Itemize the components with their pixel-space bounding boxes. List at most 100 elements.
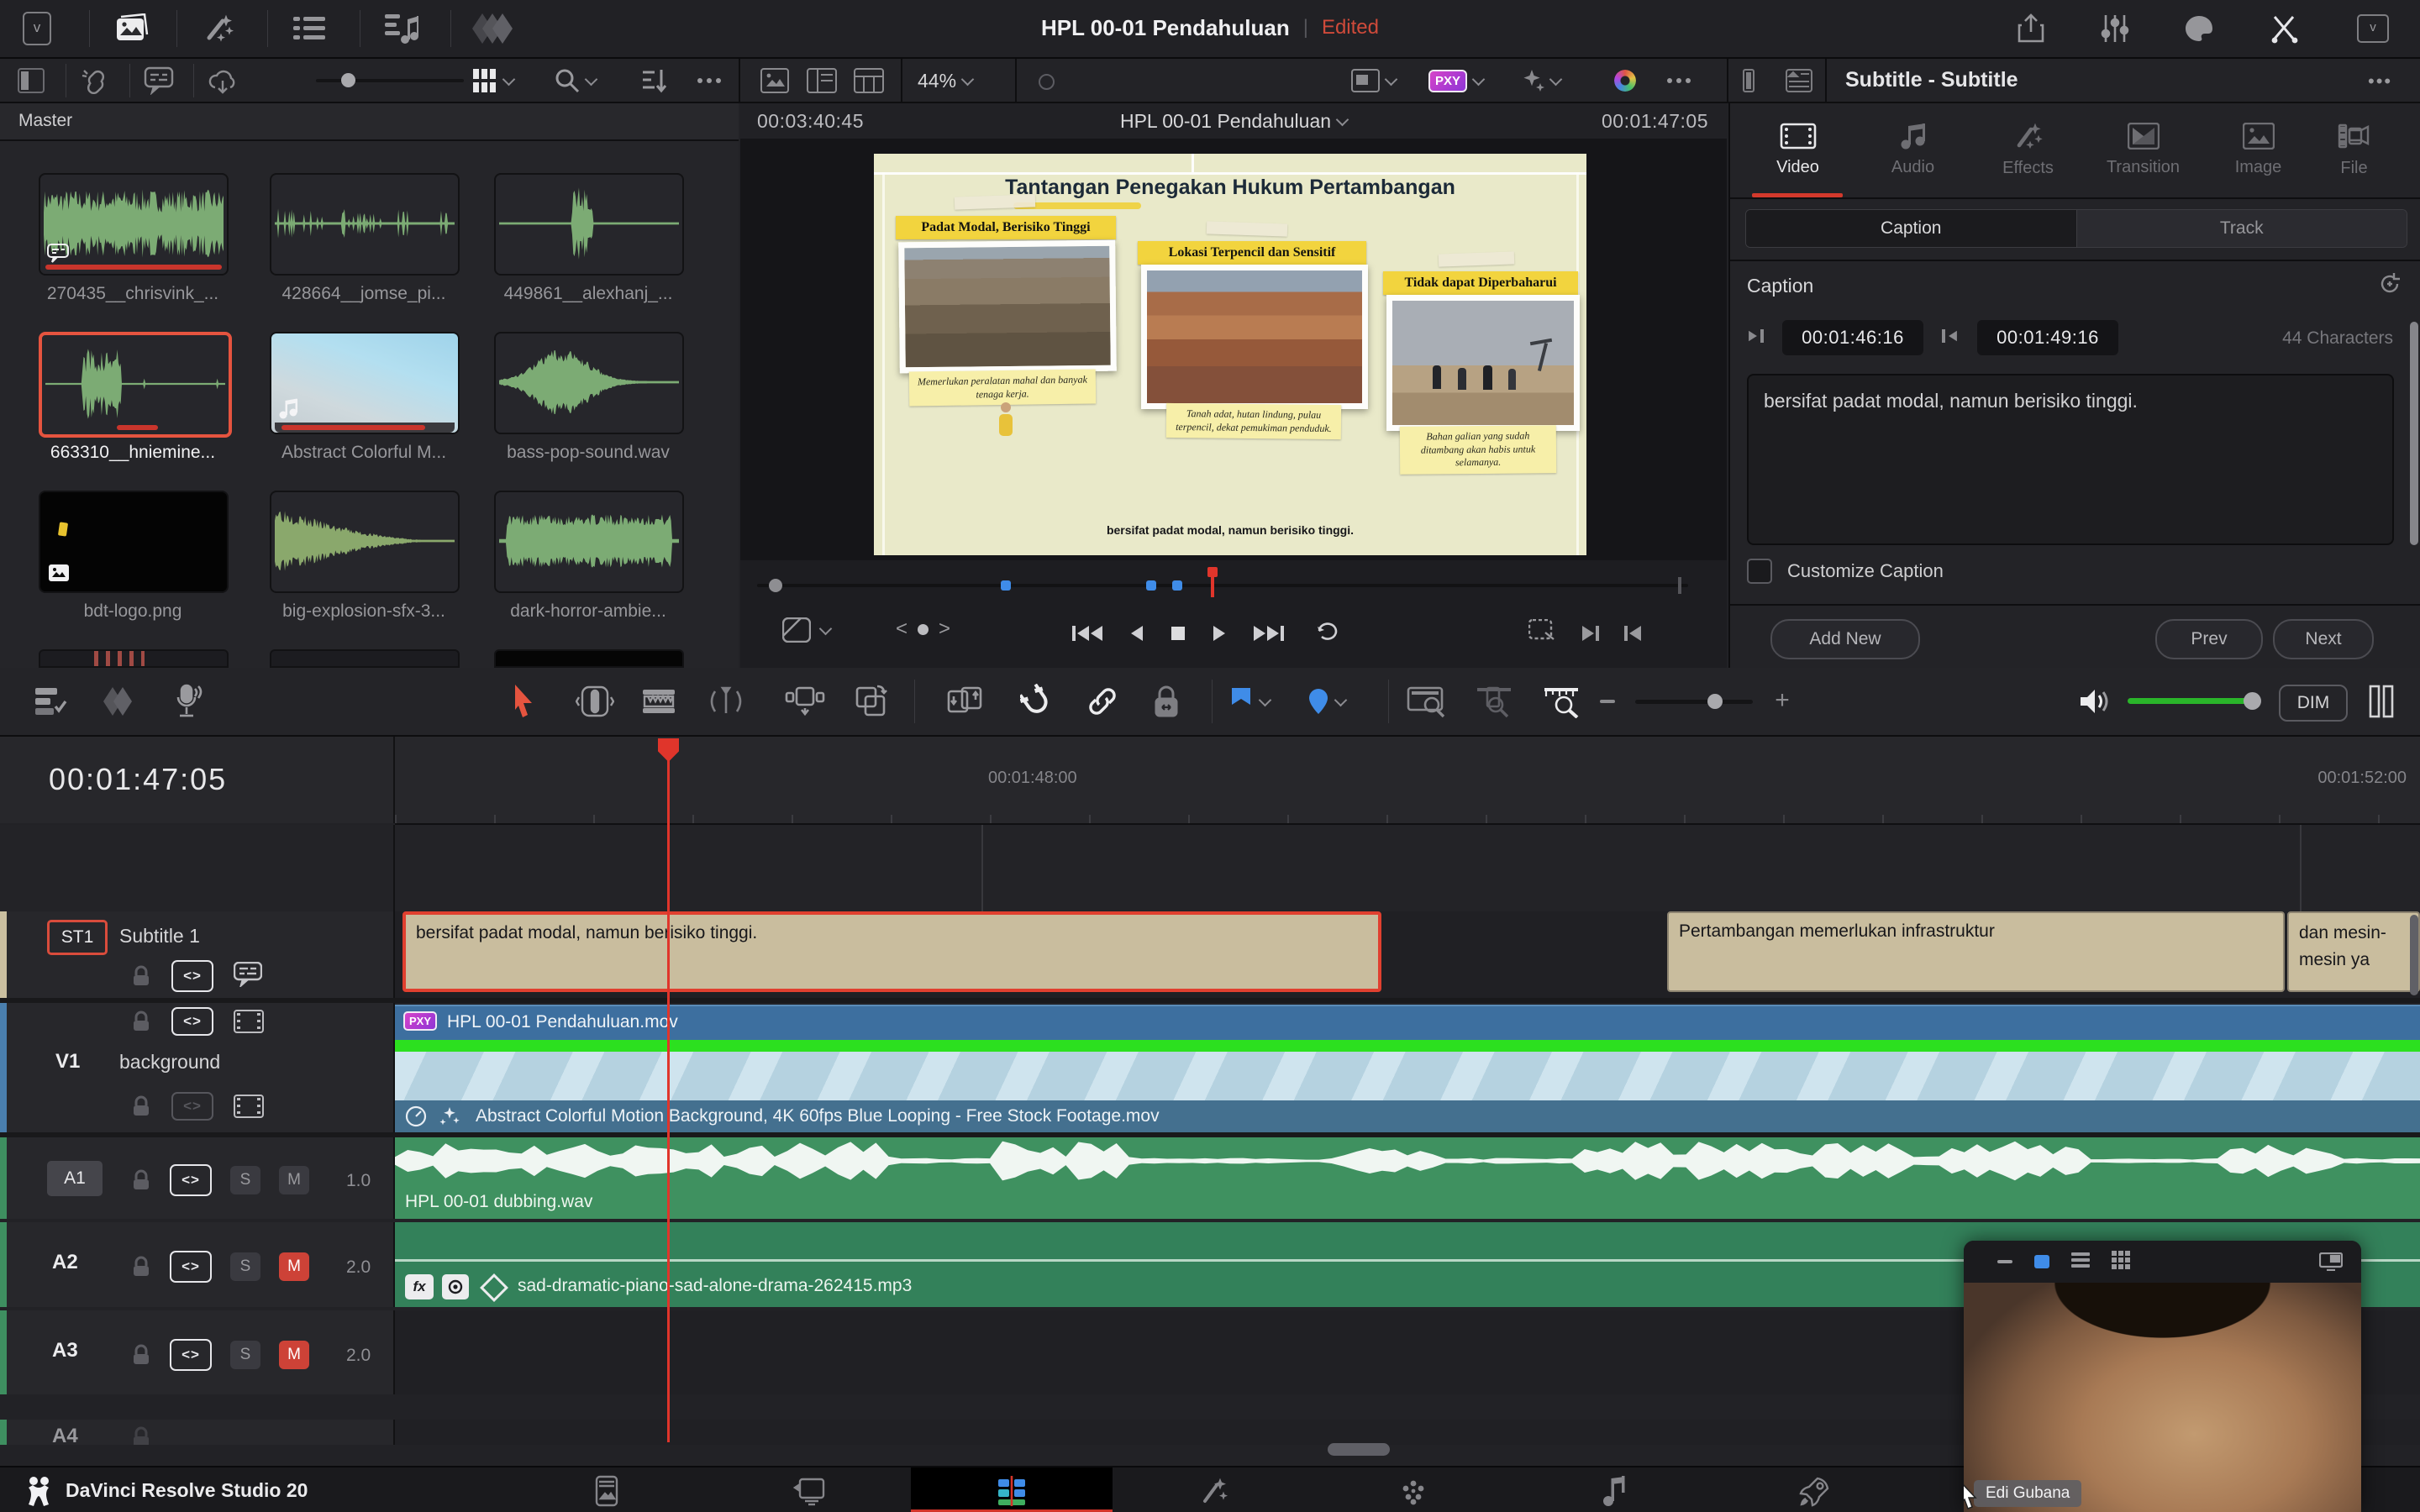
dim-button[interactable]: DIM <box>2279 685 2348 722</box>
volume-knob[interactable] <box>2244 692 2261 710</box>
viewer-duration-timecode[interactable]: 00:01:47:05 <box>1602 110 1708 133</box>
lock-icon[interactable] <box>131 965 151 987</box>
selection-tool-icon[interactable] <box>502 681 544 722</box>
inspector-menu-icon[interactable]: ••• <box>2368 71 2392 92</box>
media-clip-thumbnail-partial[interactable] <box>270 649 460 668</box>
link-clips-icon[interactable] <box>1079 683 1126 720</box>
media-clip-thumbnail-partial[interactable] <box>494 649 684 668</box>
mixer-icon[interactable] <box>2094 10 2136 47</box>
viewer-scrubber[interactable] <box>740 560 1727 599</box>
trim-edit-mode-icon[interactable] <box>571 685 618 718</box>
tab-audio[interactable]: Audio <box>1855 103 1970 196</box>
page-cut-icon[interactable] <box>790 1474 830 1508</box>
auto-select-toggle[interactable]: <> <box>170 1164 212 1196</box>
auto-select-toggle[interactable]: <> <box>171 1092 213 1121</box>
page-fairlight-icon[interactable] <box>1595 1474 1635 1508</box>
viewer-canvas[interactable]: Tantangan Penegakan Hukum Pertambangan P… <box>740 139 1727 560</box>
mute-button[interactable]: M <box>279 1166 309 1194</box>
track-a1-badge[interactable]: A1 <box>47 1161 103 1196</box>
filmstrip-icon[interactable] <box>234 1095 264 1118</box>
media-pool-options-icon[interactable] <box>687 66 731 96</box>
webcam-overlay[interactable]: Edi Gubana <box>1964 1241 2361 1512</box>
relink-media-icon[interactable] <box>76 66 114 96</box>
timeline-zoom-slider[interactable] <box>1635 700 1753 704</box>
tab-video[interactable]: Video <box>1740 103 1855 196</box>
scrubber-playhead[interactable] <box>1211 567 1214 597</box>
insert-clip-icon[interactable] <box>781 685 829 718</box>
auto-select-toggle[interactable]: <> <box>171 1007 213 1036</box>
media-clip-thumbnail[interactable] <box>270 173 460 276</box>
sort-icon[interactable] <box>635 66 674 96</box>
go-to-first-frame-button[interactable] <box>1072 626 1102 641</box>
export-icon[interactable] <box>2010 10 2052 47</box>
prev-button[interactable]: Prev <box>2155 619 2263 659</box>
gang-indicator[interactable] <box>1039 74 1055 90</box>
caption-in-timecode[interactable]: 00:01:46:16 <box>1782 320 1923 355</box>
zoom-out-button[interactable] <box>1593 691 1622 711</box>
webcam-layout-grid-icon[interactable] <box>2112 1251 2130 1273</box>
loop-button[interactable] <box>1313 619 1343 647</box>
add-new-button[interactable]: Add New <box>1770 619 1920 659</box>
subtitle-clip[interactable]: dan mesin- mesin ya <box>2287 911 2420 992</box>
reset-icon[interactable] <box>2377 271 2402 301</box>
viewer-layout-icon[interactable] <box>849 66 889 96</box>
grid-view-button[interactable] <box>472 66 538 96</box>
stop-button[interactable] <box>1171 627 1185 640</box>
scrubber-handle[interactable] <box>769 579 782 592</box>
overwrite-clip-icon[interactable] <box>847 685 894 718</box>
media-clip-thumbnail[interactable] <box>494 173 684 276</box>
webcam-display-icon[interactable] <box>2319 1252 2343 1275</box>
position-lock-icon[interactable] <box>1143 683 1190 720</box>
media-clip-thumbnail[interactable] <box>270 332 460 434</box>
color-viewer-icon[interactable] <box>1605 66 1645 96</box>
media-clip-thumbnail-partial[interactable] <box>39 649 229 668</box>
track-st1-name[interactable]: Subtitle 1 <box>119 925 200 948</box>
page-fusion-icon[interactable] <box>1193 1474 1234 1508</box>
auto-select-toggle[interactable]: <> <box>170 1251 212 1283</box>
split-clip-icon[interactable] <box>2264 10 2306 47</box>
razor-edit-mode-icon[interactable] <box>635 685 682 718</box>
zoom-in-button[interactable]: + <box>1768 686 1797 715</box>
tab-file[interactable]: File <box>2296 103 2412 196</box>
panel-toggle-icon[interactable] <box>12 66 50 96</box>
timeline-ruler[interactable]: 00:01:48:00 00:01:52:00 <box>395 737 2420 825</box>
track-v1-badge[interactable]: V1 <box>55 1050 80 1074</box>
filmstrip-icon[interactable] <box>234 1010 264 1033</box>
video-clip-v2[interactable]: PXY HPL 00-01 Pendahuluan.mov <box>395 1005 2420 1040</box>
auto-select-toggle[interactable]: <> <box>170 1339 212 1371</box>
caption-text-input[interactable]: bersifat padat modal, namun berisiko tin… <box>1747 374 2394 545</box>
media-clip-thumbnail-selected[interactable] <box>39 332 232 438</box>
zoom-custom-icon[interactable] <box>1536 685 1586 718</box>
cloud-download-icon[interactable] <box>203 66 242 96</box>
lock-icon[interactable] <box>131 1169 151 1191</box>
marker-dot[interactable] <box>1001 580 1011 591</box>
video-clip-v1[interactable]: Abstract Colorful Motion Background, 4K … <box>395 1040 2420 1132</box>
subtitle-clip-selected[interactable]: bersifat padat modal, namun berisiko tin… <box>402 911 1381 992</box>
lock-icon[interactable] <box>131 1011 151 1032</box>
mixer-panel-icon[interactable] <box>1736 66 1775 96</box>
caption-track-icon[interactable] <box>234 962 262 991</box>
solo-button[interactable]: S <box>230 1341 260 1369</box>
dynamic-trim-icon[interactable] <box>702 685 750 718</box>
meters-icon[interactable] <box>2363 683 2400 720</box>
zoom-full-extent-icon[interactable] <box>1402 685 1452 718</box>
track-a3-badge[interactable]: A3 <box>52 1339 78 1362</box>
marker-dot[interactable] <box>1146 580 1156 591</box>
media-clip-thumbnail[interactable] <box>39 173 229 276</box>
color-palette-icon[interactable] <box>2178 10 2220 47</box>
customize-caption-checkbox[interactable] <box>1747 559 1772 584</box>
mute-button-active[interactable]: M <box>279 1341 309 1369</box>
replace-clip-icon[interactable] <box>941 685 988 718</box>
tab-transition[interactable]: Transition <box>2086 103 2201 196</box>
voiceover-mic-icon[interactable] <box>165 683 212 720</box>
proxy-button[interactable]: PXY <box>1428 66 1501 96</box>
thumbnail-size-slider[interactable] <box>316 79 464 82</box>
webcam-layout-solo-icon[interactable] <box>2034 1255 2049 1268</box>
lock-icon[interactable] <box>131 1095 151 1117</box>
metadata-panel-icon[interactable] <box>1780 66 1818 96</box>
lock-icon[interactable] <box>131 1426 151 1445</box>
page-media-icon[interactable] <box>587 1474 627 1508</box>
play-button[interactable] <box>1213 626 1225 641</box>
solo-button[interactable]: S <box>230 1252 260 1281</box>
snapping-magnet-icon[interactable] <box>1013 683 1060 720</box>
